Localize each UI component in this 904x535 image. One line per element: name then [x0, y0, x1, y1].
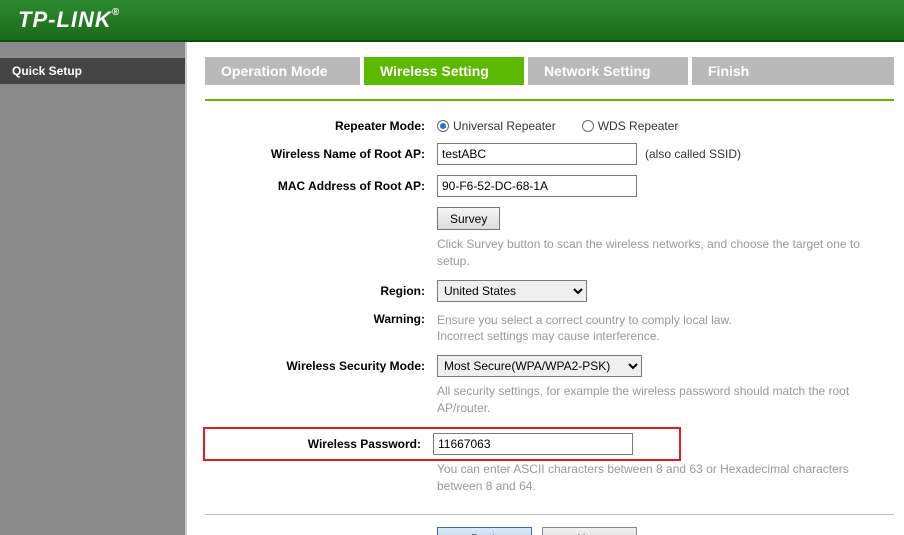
security-mode-select[interactable]: Most Secure(WPA/WPA2-PSK)	[437, 355, 642, 377]
warning-text: Ensure you select a correct country to c…	[437, 312, 894, 346]
ssid-input[interactable]	[437, 143, 637, 165]
wds-repeater-text: WDS Repeater	[598, 119, 679, 133]
mac-input[interactable]	[437, 175, 637, 197]
password-highlight: Wireless Password:	[203, 427, 681, 461]
brand-logo: TP-LINK®	[18, 7, 120, 33]
security-hint: All security settings, for example the w…	[437, 383, 894, 417]
survey-hint: Click Survey button to scan the wireless…	[437, 236, 894, 270]
ssid-label: Wireless Name of Root AP:	[205, 147, 437, 161]
tab-operation-mode[interactable]: Operation Mode	[205, 57, 360, 85]
divider-bottom	[205, 514, 894, 515]
password-input[interactable]	[433, 433, 633, 455]
back-button[interactable]: Back	[437, 527, 532, 535]
universal-repeater-text: Universal Repeater	[453, 119, 556, 133]
warning-label: Warning:	[205, 312, 437, 326]
region-select[interactable]: United States	[437, 280, 587, 302]
tab-finish[interactable]: Finish	[692, 57, 894, 85]
tab-wireless-setting[interactable]: Wireless Setting	[364, 57, 524, 85]
tab-network-setting[interactable]: Network Setting	[528, 57, 688, 85]
survey-button[interactable]: Survey	[437, 207, 500, 230]
repeater-mode-label: Repeater Mode:	[205, 119, 437, 133]
security-mode-label: Wireless Security Mode:	[205, 359, 437, 373]
sidebar: Quick Setup	[0, 42, 185, 535]
divider	[205, 99, 894, 101]
next-button[interactable]: Next	[542, 527, 637, 535]
radio-wds-repeater[interactable]: WDS Repeater	[582, 119, 679, 133]
password-hint: You can enter ASCII characters between 8…	[437, 461, 894, 495]
radio-universal-repeater[interactable]: Universal Repeater	[437, 119, 556, 133]
mac-label: MAC Address of Root AP:	[205, 179, 437, 193]
region-label: Region:	[205, 284, 437, 298]
main-panel: Operation Mode Wireless Setting Network …	[187, 42, 904, 535]
sidebar-item-quick-setup[interactable]: Quick Setup	[0, 58, 185, 84]
app-header: TP-LINK®	[0, 0, 904, 42]
ssid-aside: (also called SSID)	[645, 147, 741, 161]
wizard-tabs: Operation Mode Wireless Setting Network …	[205, 57, 894, 85]
password-label: Wireless Password:	[205, 437, 433, 451]
